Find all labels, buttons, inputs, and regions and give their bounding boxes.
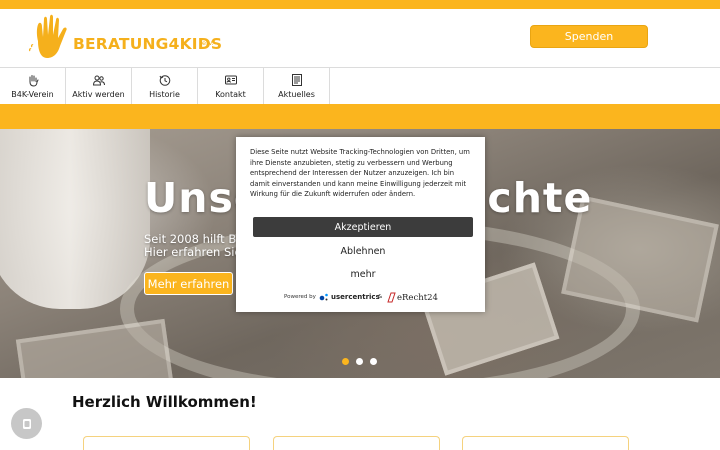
deny-button[interactable]: Ablehnen	[253, 241, 473, 261]
nav-item-aktiv-werden[interactable]: Aktiv werden	[66, 68, 132, 104]
nav-item-kontakt[interactable]: Kontakt	[198, 68, 264, 104]
slider-dot[interactable]	[342, 358, 349, 365]
people-icon	[92, 75, 105, 86]
site-logo[interactable]: BERATUNG4KIDS e.V.	[28, 13, 228, 65]
content-card[interactable]	[462, 436, 629, 450]
cookie-consent-dialog: Diese Seite nutzt Website Tracking-Techn…	[236, 137, 485, 312]
erecht24-icon	[387, 292, 396, 303]
contact-card-icon	[224, 75, 237, 85]
nav-item-historie[interactable]: Historie	[132, 68, 198, 104]
logo-suffix: e.V.	[202, 39, 214, 47]
logo-wordmark: BERATUNG4KIDS	[73, 35, 223, 53]
hand-logo-icon	[28, 14, 67, 58]
more-button[interactable]: mehr	[253, 264, 473, 284]
nav-label: Aktuelles	[278, 90, 315, 99]
usercentrics-wordmark: usercentrics	[331, 293, 380, 301]
donate-button[interactable]: Spenden	[530, 25, 648, 48]
site-header: BERATUNG4KIDS e.V. Spenden	[0, 9, 720, 67]
privacy-settings-button[interactable]	[11, 408, 42, 439]
ampersand: &	[378, 294, 383, 300]
nav-item-b4k-verein[interactable]: B4K-Verein	[0, 68, 66, 104]
usercentrics-logo[interactable]: usercentrics	[319, 291, 380, 303]
more-info-button[interactable]: Mehr erfahren	[144, 272, 233, 295]
news-icon	[291, 74, 302, 86]
consent-footer: Powered by usercentrics & eRecht24	[236, 289, 485, 307]
fingerprint-icon	[22, 418, 31, 429]
content-card[interactable]	[83, 436, 250, 450]
welcome-heading: Herzlich Willkommen!	[72, 393, 257, 411]
nav-item-aktuelles[interactable]: Aktuelles	[264, 68, 330, 104]
history-icon	[159, 75, 170, 86]
erecht24-wordmark: eRecht24	[397, 292, 438, 303]
nav-label: Aktiv werden	[72, 90, 125, 99]
hero-coffee-cup	[0, 129, 150, 309]
accept-button[interactable]: Akzeptieren	[253, 217, 473, 237]
hand-icon	[29, 75, 38, 87]
nav-label: Kontakt	[215, 90, 246, 99]
slider-dot[interactable]	[356, 358, 363, 365]
main-navigation: B4K-Verein Aktiv werden Historie Kontakt…	[0, 67, 720, 104]
usercentrics-icon	[319, 293, 328, 301]
content-card[interactable]	[273, 436, 440, 450]
top-accent-stripe	[0, 0, 720, 9]
erecht24-logo[interactable]: eRecht24	[387, 291, 438, 304]
hero-old-photo	[15, 318, 175, 378]
accent-band	[0, 104, 720, 129]
slider-dot[interactable]	[370, 358, 377, 365]
powered-by-label: Powered by	[284, 294, 316, 300]
nav-label: Historie	[149, 90, 180, 99]
consent-message: Diese Seite nutzt Website Tracking-Techn…	[250, 148, 470, 198]
nav-label: B4K-Verein	[11, 90, 54, 99]
